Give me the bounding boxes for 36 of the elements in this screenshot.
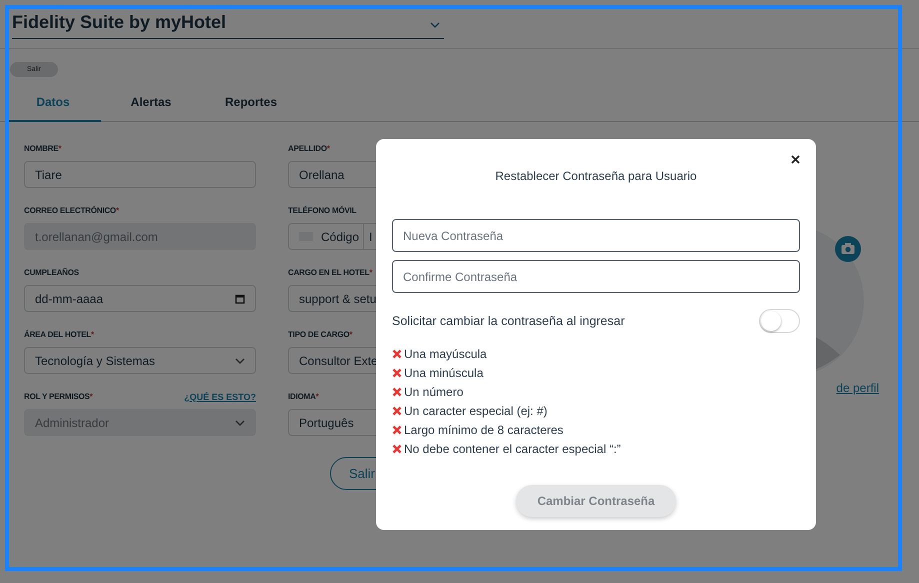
field-label: NOMBRE*	[24, 144, 62, 153]
hotel-select[interactable]: Fidelity Suite by myHotel	[12, 12, 444, 39]
chevron-icon	[235, 418, 245, 428]
requirement-text: Un número	[404, 385, 464, 399]
requirement-text: Una minúscula	[404, 366, 484, 380]
field-label: ROL Y PERMISOS*	[24, 392, 93, 401]
requirement-text: Una mayúscula	[404, 347, 487, 361]
camera-icon[interactable]	[835, 236, 861, 262]
toggle-label: Solicitar cambiar la contraseña al ingresar	[392, 314, 625, 328]
tab[interactable]: Datos	[5, 83, 101, 122]
field-label: APELLIDO*	[288, 144, 330, 153]
requirement-text: Un caracter especial (ej: #)	[404, 404, 548, 418]
tab[interactable]: Alertas	[101, 83, 201, 122]
calendar-icon	[235, 294, 245, 304]
dialog-title: Restablecer Contraseña para Usuario	[494, 169, 698, 183]
field-label: ÁREA DEL HOTEL*	[24, 330, 94, 339]
toggle-switch[interactable]	[759, 309, 800, 333]
input-field[interactable]: Tiare	[24, 161, 256, 188]
requirement-text: No debe contener el caracter especial “:”	[404, 442, 621, 456]
field-label: TELÉFONO MÓVIL	[288, 206, 356, 215]
close-icon[interactable]	[791, 155, 800, 164]
field-label: CUMPLEAÑOS	[24, 268, 79, 277]
country-code: Código	[321, 230, 360, 244]
field-label: CORREO ELECTRÓNICO*	[24, 206, 119, 215]
field-label: CARGO EN EL HOTEL*	[288, 268, 372, 277]
password-field[interactable]: Nueva Contraseña	[392, 219, 800, 252]
password-field[interactable]: Confirme Contraseña	[392, 260, 800, 293]
chevron-icon	[430, 22, 440, 28]
requirement-text: Largo mínimo de 8 caracteres	[404, 423, 564, 437]
date-field[interactable]: dd-mm-aaaa	[24, 285, 256, 312]
chevron-icon	[235, 356, 245, 366]
tab[interactable]: Reportes	[201, 83, 301, 122]
profile-photo-link[interactable]: de perfil	[819, 381, 879, 395]
field-label: IDIOMA*	[288, 392, 319, 401]
select-field[interactable]: Tecnología y Sistemas	[24, 347, 256, 374]
field-label: TIPO DE CARGO*	[288, 330, 352, 339]
